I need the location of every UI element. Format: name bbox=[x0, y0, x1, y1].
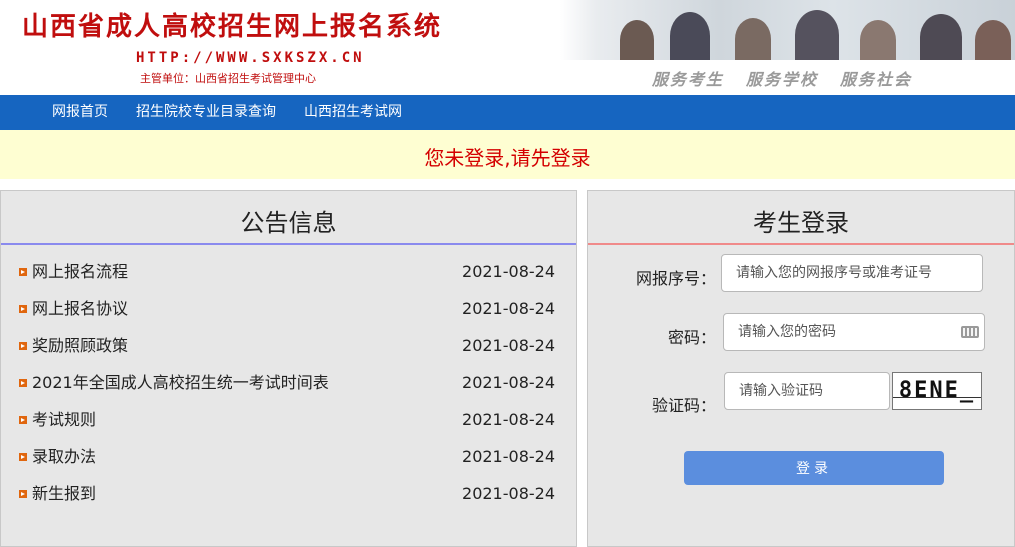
news-title[interactable]: 奖励照顾政策 bbox=[32, 335, 128, 357]
password-input[interactable] bbox=[723, 313, 985, 351]
header-slogans: 服务考生 服务学校 服务社会 bbox=[652, 66, 934, 90]
news-date: 2021-08-24 bbox=[462, 262, 555, 281]
login-title: 考生登录 bbox=[753, 209, 849, 237]
announcements-title: 公告信息 bbox=[240, 209, 337, 237]
news-title[interactable]: 新生报到 bbox=[32, 483, 96, 505]
site-organizer: 主管单位：山西省招生考试管理中心 bbox=[140, 72, 316, 85]
header-banner-photo bbox=[560, 0, 1015, 60]
news-title[interactable]: 网上报名流程 bbox=[32, 261, 128, 283]
id-label: 网报序号： bbox=[636, 269, 717, 288]
news-title[interactable]: 考试规则 bbox=[32, 409, 96, 431]
news-date: 2021-08-24 bbox=[462, 484, 555, 503]
news-date: 2021-08-24 bbox=[462, 336, 555, 355]
site-title: 山西省成人高校招生网上报名系统 bbox=[22, 12, 443, 42]
list-item[interactable]: 考试规则 2021-08-24 bbox=[19, 409, 559, 431]
login-divider bbox=[588, 243, 1014, 245]
arrow-bullet-icon bbox=[19, 490, 27, 498]
arrow-bullet-icon bbox=[19, 453, 27, 461]
main-nav: 网报首页 招生院校专业目录查询 山西招生考试网 bbox=[0, 95, 1015, 130]
login-panel: 考生登录 网报序号： 密码： 验证码： 8ENE_ 登录 bbox=[587, 190, 1015, 547]
nav-item-home[interactable]: 网报首页 bbox=[52, 95, 108, 130]
news-title[interactable]: 2021年全国成人高校招生统一考试时间表 bbox=[32, 372, 329, 394]
slogan-3: 服务社会 bbox=[840, 70, 913, 89]
announcements-panel: 公告信息 网上报名流程 2021-08-24 网上报名协议 2021-08-24… bbox=[0, 190, 577, 547]
arrow-bullet-icon bbox=[19, 268, 27, 276]
list-item[interactable]: 录取办法 2021-08-24 bbox=[19, 446, 559, 468]
list-item[interactable]: 网上报名流程 2021-08-24 bbox=[19, 261, 559, 283]
id-input[interactable] bbox=[721, 254, 983, 292]
arrow-bullet-icon bbox=[19, 416, 27, 424]
site-header: 山西省成人高校招生网上报名系统 HTTP://WWW.SXKSZX.CN 主管单… bbox=[0, 0, 1015, 95]
list-item[interactable]: 2021年全国成人高校招生统一考试时间表 2021-08-24 bbox=[19, 372, 559, 394]
captcha-label: 验证码： bbox=[652, 396, 717, 415]
list-item[interactable]: 新生报到 2021-08-24 bbox=[19, 483, 559, 505]
keyboard-icon[interactable] bbox=[961, 326, 979, 338]
login-notice-bar: 您未登录,请先登录 bbox=[0, 130, 1015, 179]
news-date: 2021-08-24 bbox=[462, 410, 555, 429]
password-label: 密码： bbox=[668, 328, 717, 347]
nav-item-exam-site[interactable]: 山西招生考试网 bbox=[304, 95, 402, 130]
arrow-bullet-icon bbox=[19, 342, 27, 350]
news-title[interactable]: 录取办法 bbox=[32, 446, 96, 468]
login-button[interactable]: 登录 bbox=[684, 451, 944, 485]
announcements-divider bbox=[1, 243, 576, 245]
arrow-bullet-icon bbox=[19, 379, 27, 387]
list-item[interactable]: 网上报名协议 2021-08-24 bbox=[19, 298, 559, 320]
captcha-image[interactable]: 8ENE_ bbox=[892, 372, 982, 410]
news-title[interactable]: 网上报名协议 bbox=[32, 298, 128, 320]
site-url: HTTP://WWW.SXKSZX.CN bbox=[136, 50, 365, 66]
list-item[interactable]: 奖励照顾政策 2021-08-24 bbox=[19, 335, 559, 357]
arrow-bullet-icon bbox=[19, 305, 27, 313]
captcha-input[interactable] bbox=[724, 372, 890, 410]
login-notice-text: 您未登录,请先登录 bbox=[424, 146, 591, 170]
news-date: 2021-08-24 bbox=[462, 373, 555, 392]
news-date: 2021-08-24 bbox=[462, 447, 555, 466]
nav-item-catalog[interactable]: 招生院校专业目录查询 bbox=[136, 95, 276, 130]
slogan-2: 服务学校 bbox=[746, 70, 819, 89]
slogan-1: 服务考生 bbox=[652, 70, 725, 89]
news-date: 2021-08-24 bbox=[462, 299, 555, 318]
